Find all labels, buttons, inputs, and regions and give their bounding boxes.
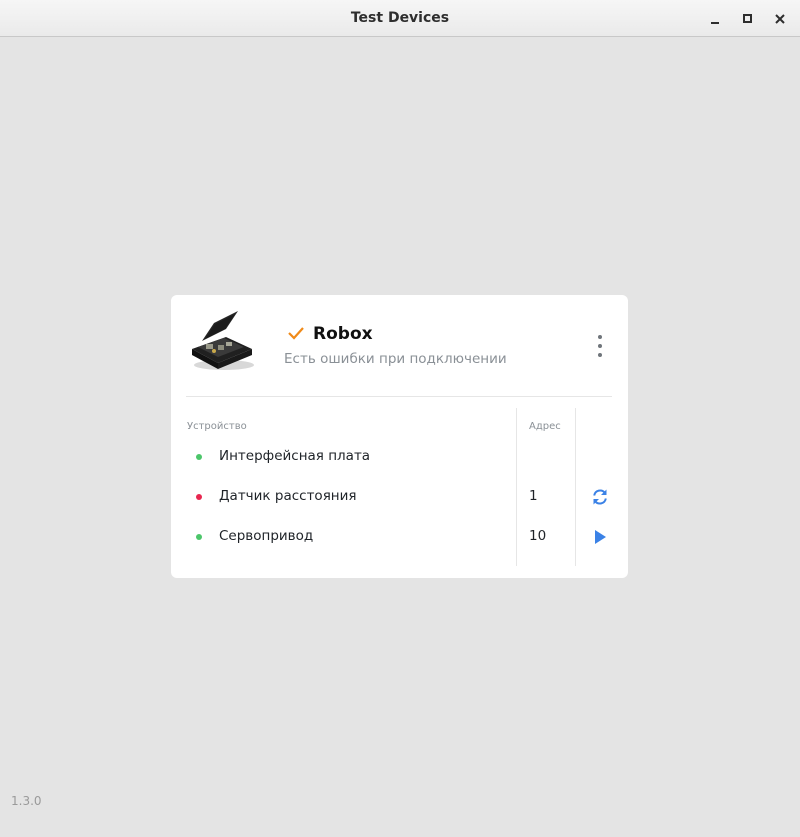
close-button[interactable] xyxy=(770,9,790,29)
status-dot xyxy=(196,494,202,500)
refresh-button[interactable] xyxy=(589,486,611,508)
device-row-name: Сервопривод xyxy=(219,528,314,544)
device-case-image xyxy=(192,311,254,370)
column-header-address: Адрес xyxy=(529,421,561,432)
device-row-name: Датчик расстояния xyxy=(219,488,357,504)
app-version: 1.3.0 xyxy=(11,794,42,808)
kebab-dot xyxy=(598,353,602,357)
table-row: Интерфейсная плата xyxy=(171,437,628,477)
window-titlebar: Test Devices xyxy=(0,0,800,37)
card-divider xyxy=(186,396,612,397)
close-icon xyxy=(775,14,785,24)
status-dot xyxy=(196,454,202,460)
device-menu-button[interactable] xyxy=(591,335,609,357)
maximize-button[interactable] xyxy=(738,9,758,29)
window-title: Test Devices xyxy=(350,10,450,26)
kebab-dot xyxy=(598,344,602,348)
refresh-icon xyxy=(593,489,607,505)
column-header-device: Устройство xyxy=(187,421,247,432)
kebab-dot xyxy=(598,335,602,339)
table-row: Датчик расстояния 1 xyxy=(171,477,628,517)
device-row-address: 10 xyxy=(529,528,547,544)
minimize-button[interactable] xyxy=(706,9,726,29)
device-card: Robox Есть ошибки при подключении Устрой… xyxy=(171,295,628,578)
minimize-icon xyxy=(711,22,719,24)
maximize-icon xyxy=(743,14,752,23)
play-button[interactable] xyxy=(589,526,611,548)
device-name: Robox xyxy=(313,324,373,344)
table-row: Сервопривод 10 xyxy=(171,517,628,557)
device-row-name: Интерфейсная плата xyxy=(219,448,371,464)
device-row-address: 1 xyxy=(529,488,538,504)
play-icon xyxy=(595,530,606,544)
check-icon xyxy=(288,327,304,340)
device-status: Есть ошибки при подключении xyxy=(284,351,507,367)
status-dot xyxy=(196,534,202,540)
